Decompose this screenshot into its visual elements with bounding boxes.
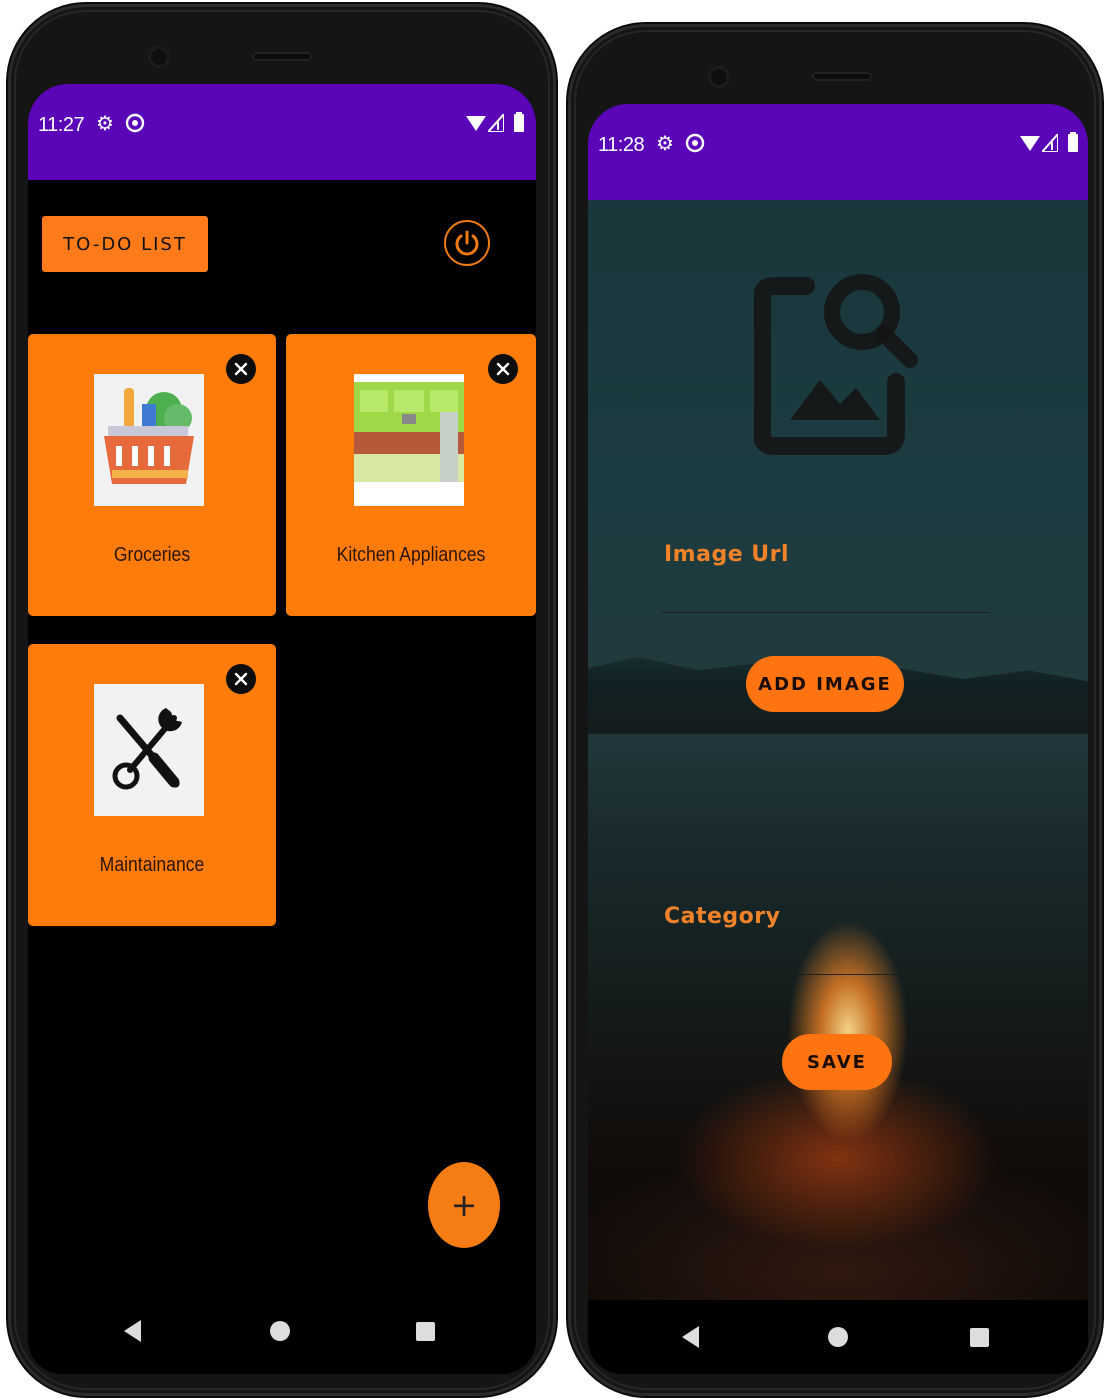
- grocery-basket-image: [94, 374, 204, 506]
- front-camera: [708, 66, 730, 88]
- close-icon: [234, 362, 248, 376]
- earpiece-speaker: [252, 52, 312, 61]
- status-bar: 11:27 ⚙: [28, 84, 536, 180]
- home-icon[interactable]: [270, 1321, 290, 1341]
- status-time: 11:27: [38, 114, 85, 136]
- image-search-icon[interactable]: [753, 260, 920, 456]
- image-url-label: Image Url: [664, 542, 790, 567]
- signal-icon: [485, 111, 505, 136]
- back-icon[interactable]: [124, 1320, 141, 1342]
- delete-card-button[interactable]: [226, 354, 256, 384]
- card-label: Kitchen Appliances: [336, 544, 486, 566]
- navigation-bar: [588, 1300, 1088, 1374]
- tools-image: [94, 684, 204, 816]
- battery-icon: [514, 112, 524, 136]
- logout-power-button[interactable]: [444, 220, 490, 266]
- signal-icon: [1039, 131, 1059, 156]
- status-time: 11:28: [598, 134, 645, 156]
- category-card-maintainance[interactable]: Maintainance: [28, 644, 276, 926]
- delete-card-button[interactable]: [488, 354, 518, 384]
- card-label: Groceries: [113, 544, 191, 566]
- kitchen-image: [354, 374, 464, 506]
- close-icon: [234, 672, 248, 686]
- front-camera: [148, 46, 170, 68]
- earpiece-speaker: [812, 72, 872, 81]
- category-label: Category: [664, 904, 781, 929]
- wifi-icon: [1020, 134, 1040, 156]
- data-saver-icon: [684, 132, 706, 158]
- add-category-fab[interactable]: +: [428, 1162, 500, 1248]
- recents-icon[interactable]: [970, 1328, 989, 1347]
- status-bar: 11:28 ⚙: [588, 104, 1088, 200]
- power-icon: [455, 230, 479, 256]
- screen-add-category: 11:28 ⚙ Image Url ADD IMAGE Category SAV…: [588, 104, 1088, 1374]
- close-icon: [496, 362, 510, 376]
- add-image-button[interactable]: ADD IMAGE: [746, 656, 904, 712]
- recents-icon[interactable]: [416, 1322, 435, 1341]
- category-input[interactable]: [662, 974, 990, 975]
- category-card-kitchen-appliances[interactable]: Kitchen Appliances: [286, 334, 536, 616]
- phone-left: 11:27 ⚙ TO-DO LIST Groceries Kitchen App…: [8, 4, 556, 1396]
- back-icon[interactable]: [682, 1326, 699, 1348]
- image-url-input[interactable]: [662, 612, 990, 613]
- settings-icon: ⚙: [96, 113, 114, 135]
- todo-list-button[interactable]: TO-DO LIST: [42, 216, 208, 272]
- battery-icon: [1068, 132, 1078, 156]
- settings-icon: ⚙: [656, 133, 674, 155]
- card-label: Maintainance: [99, 854, 205, 876]
- screen-todo-list: 11:27 ⚙ TO-DO LIST Groceries Kitchen App…: [28, 84, 536, 1374]
- wifi-icon: [466, 114, 486, 136]
- home-icon[interactable]: [828, 1327, 848, 1347]
- delete-card-button[interactable]: [226, 664, 256, 694]
- category-card-groceries[interactable]: Groceries: [28, 334, 276, 616]
- save-button[interactable]: SAVE: [782, 1034, 892, 1090]
- phone-right: 11:28 ⚙ Image Url ADD IMAGE Category SAV…: [568, 24, 1102, 1396]
- navigation-bar: [28, 1294, 536, 1374]
- data-saver-icon: [124, 112, 146, 138]
